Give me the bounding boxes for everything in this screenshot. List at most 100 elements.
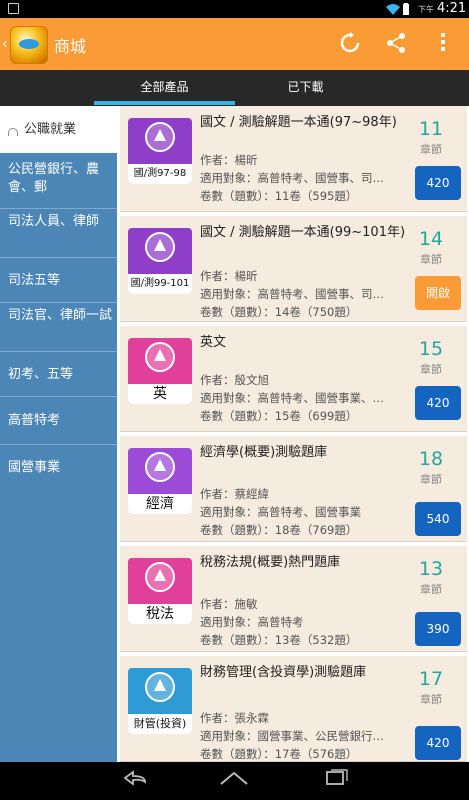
product-thumbnail: 國/測97-98 [128,118,192,184]
product-target: 適用對象：高普特考、國營事、司… [200,171,384,185]
sidebar-item-judicial-five[interactable]: 司法五等 [0,258,117,303]
chapter-unit: 章節 [420,363,442,376]
open-button[interactable]: 開啟 [415,276,461,310]
app-logo[interactable] [10,26,48,64]
product-card[interactable]: 國/測97-98 國文 / 測驗解題一本通(97~98年) 作者：楊昕 適用對象… [120,106,467,212]
chapter-count: 18 [418,448,444,470]
price-button[interactable]: 390 [415,612,461,646]
product-card[interactable]: 稅法 稅務法規(概要)熱門題庫 作者：施敏 適用對象：高普特考 卷數（題數）：1… [120,546,467,652]
product-target: 適用對象：高普特考、國營事業、… [200,391,384,405]
product-author: 作者：施敏 [200,597,258,611]
product-card[interactable]: 財管(投資) 財務管理(含投資學)測驗題庫 作者：張永霖 適用對象：國營事業、公… [120,656,467,762]
thumbnail-label: 國/測97-98 [128,164,192,184]
system-nav-bar [0,762,469,800]
price-button[interactable]: 420 [415,386,461,420]
overflow-menu-icon[interactable] [431,32,455,56]
product-thumbnail: 英 [128,338,192,404]
action-bar: ‹ 商城 [0,18,469,70]
sidebar-item-prosecutor[interactable]: 司法官、律師一試 [0,303,117,352]
share-icon[interactable] [384,32,408,56]
product-target: 適用對象：高普特考、國營事業 [200,505,361,519]
product-volumes: 卷數（題數）：18卷（769題） [200,523,358,537]
thumbnail-label: 英 [128,384,192,404]
status-ampm: 下午 [418,5,434,14]
thumbnail-label: 稅法 [128,604,192,624]
product-thumbnail: 經濟 [128,448,192,514]
product-author: 作者：楊昕 [200,269,258,283]
product-target: 適用對象：高普特考、國營事、司… [200,287,384,301]
back-icon[interactable] [118,768,154,792]
product-thumbnail: 國/測99-101 [128,228,192,294]
bell-logo-icon [145,452,175,482]
product-author: 作者：楊昕 [200,153,258,167]
chapter-count: 17 [418,668,444,690]
refresh-icon[interactable] [338,32,362,56]
status-bar: 下午 4:21 [0,0,469,18]
chapter-count: 11 [418,118,444,140]
chapter-unit: 章節 [420,143,442,156]
product-target: 適用對象：國營事業、公民營銀行… [200,729,384,743]
chapter-count: 13 [418,558,444,580]
product-volumes: 卷數（題數）：11卷（595題） [200,189,358,203]
price-button[interactable]: 420 [415,726,461,760]
chapter-unit: 章節 [420,253,442,266]
chapter-unit: 章節 [420,693,442,706]
recent-apps-icon[interactable] [318,768,354,792]
product-title: 國文 / 測驗解題一本通(99~101年) [200,225,406,240]
price-button[interactable]: 540 [415,502,461,536]
sidebar-item-label: 司法官、律師一試 [8,308,113,323]
status-clock: 4:21 [437,1,467,16]
product-author: 作者：張永霖 [200,711,269,725]
product-card[interactable]: 英 英文 作者：殷文旭 適用對象：高普特考、國營事業、… 卷數（題數）：15卷（… [120,326,467,432]
product-volumes: 卷數（題數）：15卷（699題） [200,409,358,423]
sidebar-item-label: 初考、五等 [8,367,74,382]
product-thumbnail: 稅法 [128,558,192,624]
bell-logo-icon [145,342,175,372]
sidebar-item-civil-service[interactable]: 公職就業 [0,106,117,153]
bell-logo-icon [145,122,175,152]
product-title: 財務管理(含投資學)測驗題庫 [200,665,367,680]
thumbnail-label: 經濟 [128,494,192,514]
product-list: 國/測97-98 國文 / 測驗解題一本通(97~98年) 作者：楊昕 適用對象… [117,106,469,762]
product-author: 作者：殷文旭 [200,373,269,387]
bell-logo-icon [145,562,175,592]
cloud-icon [8,128,18,136]
chapter-count: 15 [418,338,444,360]
sidebar-item-bank[interactable]: 公民營銀行、農會、郵 [0,157,117,209]
tab-downloaded[interactable]: 已下載 [235,70,376,106]
sidebar-item-label: 高普特考 [8,413,61,428]
sidebar-item-label: 司法五等 [8,273,61,288]
product-title: 英文 [200,335,227,350]
sidebar-item-label: 公職就業 [24,122,77,137]
chapter-unit: 章節 [420,583,442,596]
price-button[interactable]: 420 [415,166,461,200]
page-title: 商城 [54,37,87,56]
notification-icon [8,3,19,14]
product-card[interactable]: 經濟 經濟學(概要)測驗題庫 作者：蔡經緯 適用對象：高普特考、國營事業 卷數（… [120,436,467,542]
thumbnail-label: 國/測99-101 [128,274,192,294]
sidebar-item-junior-exam[interactable]: 初考、五等 [0,352,117,397]
product-thumbnail: 財管(投資) [128,668,192,734]
chevron-left-icon[interactable]: ‹ [2,36,8,52]
sidebar-item-state-enterprise[interactable]: 國營事業 [0,445,117,491]
sidebar-item-civil-exams[interactable]: 高普特考 [0,397,117,445]
bell-logo-icon [145,232,175,262]
chapter-count: 14 [418,228,444,250]
sidebar-item-judicial-staff[interactable]: 司法人員、律師 [0,209,117,258]
product-author: 作者：蔡經緯 [200,487,269,501]
battery-icon [402,3,414,15]
home-icon[interactable] [216,768,252,792]
sidebar-item-label: 公民營銀行、農會、郵 [8,162,100,195]
product-target: 適用對象：高普特考 [200,615,304,629]
product-title: 稅務法規(概要)熱門題庫 [200,555,341,570]
product-title: 經濟學(概要)測驗題庫 [200,445,328,460]
thumbnail-label: 財管(投資) [128,714,192,734]
product-volumes: 卷數（題數）：17卷（576題） [200,747,358,761]
product-title: 國文 / 測驗解題一本通(97~98年) [200,115,397,130]
product-volumes: 卷數（題數）：14卷（750題） [200,305,358,319]
product-volumes: 卷數（題數）：13卷（532題） [200,633,358,647]
product-card[interactable]: 國/測99-101 國文 / 測驗解題一本通(99~101年) 作者：楊昕 適用… [120,216,467,322]
sidebar-item-label: 國營事業 [8,460,61,475]
chapter-unit: 章節 [420,473,442,486]
bell-logo-icon [145,672,175,702]
